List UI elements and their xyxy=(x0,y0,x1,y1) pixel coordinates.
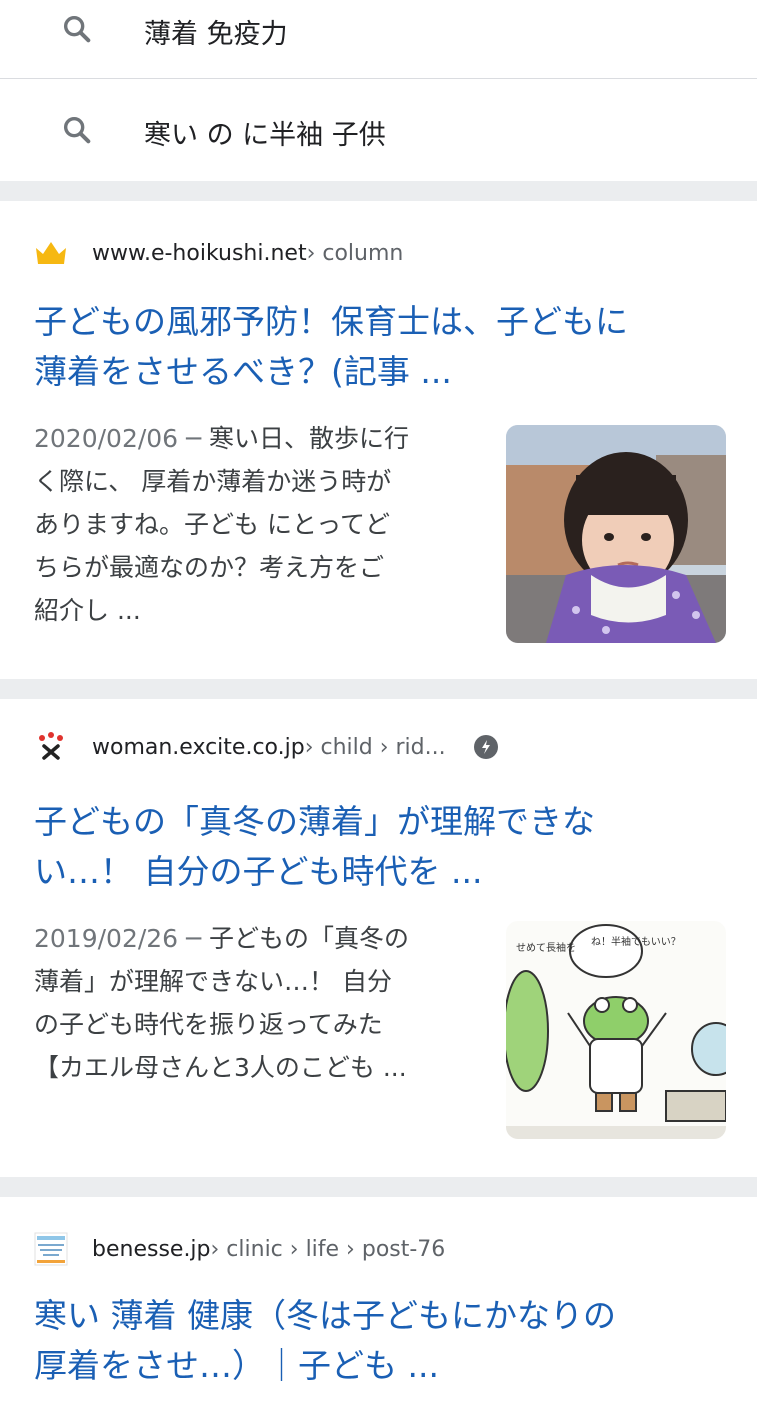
benesse-favicon-icon xyxy=(34,1232,68,1266)
title-line: 薄着をさせるべき？(記事 ... xyxy=(34,352,452,391)
snippet-line: 薄着」が理解できない…！ 自分 xyxy=(34,967,392,996)
snippet-line: く際に、 厚着か薄着か迷う時が xyxy=(34,467,392,496)
excite-favicon-icon xyxy=(34,730,68,764)
search-icon xyxy=(63,15,91,43)
snippet-line: 紹介し ... xyxy=(34,596,141,625)
snippet-line: ありますね。子ども にとってど xyxy=(34,510,390,539)
result-breadcrumb: › child › rid... xyxy=(304,734,446,760)
suggestion-row-2[interactable]: 寒い の に半袖 子供 xyxy=(0,79,757,181)
result-breadcrumb: › column xyxy=(306,240,404,266)
result-title-link[interactable]: 子どもの「真冬の薄着」が理解できな い…！ 自分の子ども時代を ... xyxy=(34,797,724,897)
crown-favicon-icon xyxy=(34,236,68,270)
search-result-2: woman.excite.co.jp › child › rid... 子どもの… xyxy=(0,699,757,1177)
result-snippet: 2020/02/06 ─ 寒い日、散歩に行 く際に、 厚着か薄着か迷う時が あり… xyxy=(34,417,474,632)
section-divider xyxy=(0,679,757,699)
snippet-line: 寒い日、散歩に行 xyxy=(209,424,410,453)
snippet-line: ちらが最適なのか？考え方をご xyxy=(34,553,385,582)
suggestion-text: 薄着 免疫力 xyxy=(144,19,288,50)
result-domain: woman.excite.co.jp xyxy=(92,734,305,760)
site-row[interactable]: woman.excite.co.jp › child › rid... xyxy=(34,729,498,765)
search-result-1: www.e-hoikushi.net › column 子どもの風邪予防！保育士… xyxy=(0,201,757,679)
result-domain: benesse.jp xyxy=(92,1236,211,1262)
suggestion-row-1[interactable]: 薄着 免疫力 xyxy=(0,0,757,79)
title-line: い…！ 自分の子ども時代を ... xyxy=(34,852,483,891)
title-line: 子どもの「真冬の薄着」が理解できな xyxy=(34,802,595,841)
result-title-link[interactable]: 子どもの風邪予防！保育士は、子どもに 薄着をさせるべき？(記事 ... xyxy=(34,297,724,397)
suggestion-text: 寒い の に半袖 子供 xyxy=(144,120,386,151)
title-line: 寒い 薄着 健康（冬は子どもにかなりの xyxy=(34,1296,616,1335)
snippet-line: 子どもの「真冬の xyxy=(209,924,410,953)
snippet-line: の子ども時代を振り返ってみた xyxy=(34,1010,383,1039)
section-divider xyxy=(0,181,757,201)
site-row[interactable]: www.e-hoikushi.net › column xyxy=(34,235,403,271)
title-line: 子どもの風邪予防！保育士は、子どもに xyxy=(34,302,628,341)
result-snippet: 2019/02/26 ─ 子どもの「真冬の 薄着」が理解できない…！ 自分 の子… xyxy=(34,917,474,1089)
result-domain: www.e-hoikushi.net xyxy=(92,240,307,266)
title-line: 厚着をさせ…）｜子ども ... xyxy=(34,1346,439,1385)
search-icon xyxy=(63,116,91,144)
search-result-3: benesse.jp › clinic › life › post-76 寒い … xyxy=(0,1197,757,1427)
result-date: 2019/02/26 xyxy=(34,924,179,953)
site-row[interactable]: benesse.jp › clinic › life › post-76 xyxy=(34,1231,445,1267)
comic-speech-text-2: せめて長袖を xyxy=(516,941,576,954)
result-date: 2020/02/06 xyxy=(34,424,179,453)
result-breadcrumb: › clinic › life › post-76 xyxy=(210,1236,446,1262)
snippet-line: 【カエル母さんと3人のこども ... xyxy=(34,1053,407,1082)
section-divider xyxy=(0,1177,757,1197)
amp-lightning-icon xyxy=(473,735,498,759)
child-photo-thumbnail[interactable] xyxy=(506,425,726,643)
comic-speech-text: ね！半袖でもいい？ xyxy=(591,935,681,948)
result-title-link[interactable]: 寒い 薄着 健康（冬は子どもにかなりの 厚着をさせ…）｜子ども ... xyxy=(34,1291,724,1391)
frog-comic-thumbnail[interactable]: ね！半袖でもいい？ せめて長袖を xyxy=(506,921,726,1139)
